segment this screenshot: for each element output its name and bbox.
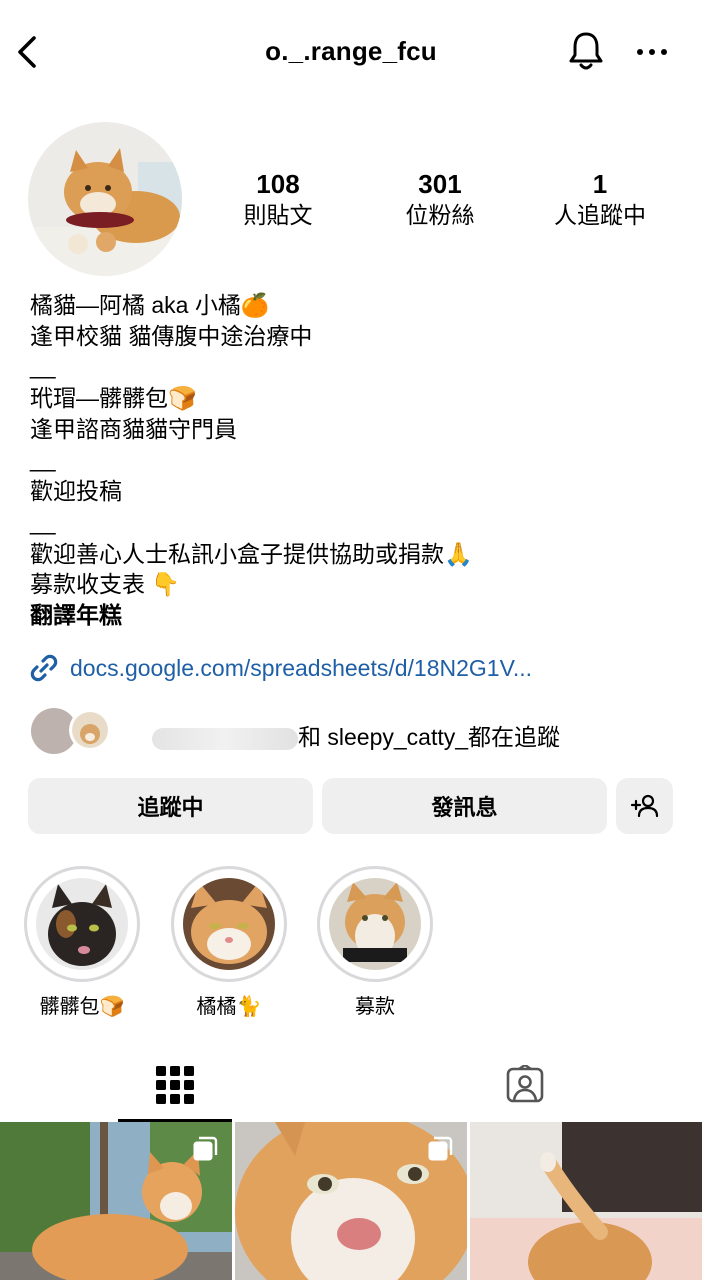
- notifications-button[interactable]: [566, 28, 606, 74]
- bio-separator: __: [30, 446, 56, 472]
- highlight-cover: [36, 878, 128, 970]
- highlight-ring: [24, 866, 140, 982]
- tab-posts-grid[interactable]: [118, 1048, 232, 1122]
- bio-line: 逢甲校貓 貓傳腹中途治療中: [30, 322, 313, 349]
- message-button-label: 發訊息: [431, 795, 498, 820]
- story-highlight[interactable]: 髒髒包🍞: [24, 866, 140, 1019]
- bio-line: 逢甲諮商貓貓守門員: [30, 415, 237, 442]
- posts-stat[interactable]: 108 則貼文: [208, 168, 348, 230]
- bio-line: 歡迎投稿: [30, 478, 122, 504]
- link-icon: [30, 654, 58, 682]
- highlight-label: 橘橘🐈: [196, 996, 262, 1018]
- tab-tagged[interactable]: [468, 1048, 582, 1122]
- blurred-username: [152, 727, 298, 750]
- following-label: 人追蹤中: [554, 202, 646, 228]
- top-bar: o._.range_fcu: [0, 0, 702, 104]
- followers-stat[interactable]: 301 位粉絲: [370, 168, 510, 230]
- highlight-ring: [171, 866, 287, 982]
- post-thumbnail[interactable]: [235, 1122, 467, 1280]
- story-highlight[interactable]: 橘橘🐈: [171, 866, 287, 1019]
- bell-icon: [569, 32, 603, 70]
- following-stat[interactable]: 1 人追蹤中: [530, 168, 670, 230]
- highlight-label: 髒髒包🍞: [39, 996, 125, 1018]
- multi-post-icon: [193, 1136, 218, 1161]
- bio-line: 歡迎善心人士私訊小盒子提供協助或捐款🙏: [30, 540, 473, 567]
- bio-separator: __: [30, 353, 56, 379]
- mutual-name: sleepy_catty_: [327, 724, 469, 750]
- bio-line: 募款收支表 👇: [30, 571, 181, 597]
- bio-separator: __: [30, 508, 56, 535]
- bio-link[interactable]: docs.google.com/spreadsheets/d/18N2G1V..…: [28, 652, 532, 684]
- post-thumbnail[interactable]: [0, 1122, 232, 1280]
- profile-avatar[interactable]: [28, 122, 182, 276]
- mutual-avatars: [31, 708, 111, 754]
- following-button[interactable]: 追蹤中: [28, 778, 313, 834]
- tagged-person-icon: [506, 1065, 544, 1103]
- posts-count: 108: [256, 169, 300, 199]
- highlight-cover: [183, 878, 275, 970]
- story-highlight[interactable]: 募款: [317, 866, 433, 1019]
- post-thumbnail[interactable]: [470, 1122, 702, 1280]
- suggest-people-button[interactable]: [616, 778, 673, 834]
- add-person-icon: [630, 794, 658, 818]
- followers-label: 位粉絲: [405, 202, 475, 228]
- followers-count: 301: [418, 169, 462, 199]
- highlight-label: 募款: [355, 996, 395, 1018]
- mutual-followers[interactable]: 和 sleepy_catty_都在追蹤: [26, 704, 676, 758]
- profile-tabs: [0, 1048, 702, 1122]
- message-button[interactable]: 發訊息: [322, 778, 607, 834]
- mutual-connector: 和: [298, 724, 321, 750]
- following-count: 1: [592, 169, 608, 199]
- bio-link-text: docs.google.com/spreadsheets/d/18N2G1V..…: [70, 654, 532, 681]
- more-horizontal-icon: [637, 49, 667, 55]
- highlight-ring: [317, 866, 433, 982]
- bio-line: 玳瑁—髒髒包🍞: [30, 385, 197, 411]
- translate-link[interactable]: 翻譯年糕: [30, 600, 670, 631]
- profile-bio: 橘貓—阿橘 aka 小橘🍊 逢甲校貓 貓傳腹中途治療中 __ 玳瑁—髒髒包🍞 逢…: [30, 290, 670, 630]
- highlight-cover: [329, 878, 421, 970]
- grid-icon: [156, 1066, 194, 1104]
- posts-label: 則貼文: [243, 202, 313, 228]
- bio-line: 橘貓—阿橘 aka 小橘🍊: [30, 292, 270, 318]
- more-options-button[interactable]: [632, 34, 672, 68]
- following-button-label: 追蹤中: [137, 795, 204, 820]
- multi-post-icon: [428, 1136, 453, 1161]
- mutual-suffix: 都在追蹤: [468, 724, 561, 750]
